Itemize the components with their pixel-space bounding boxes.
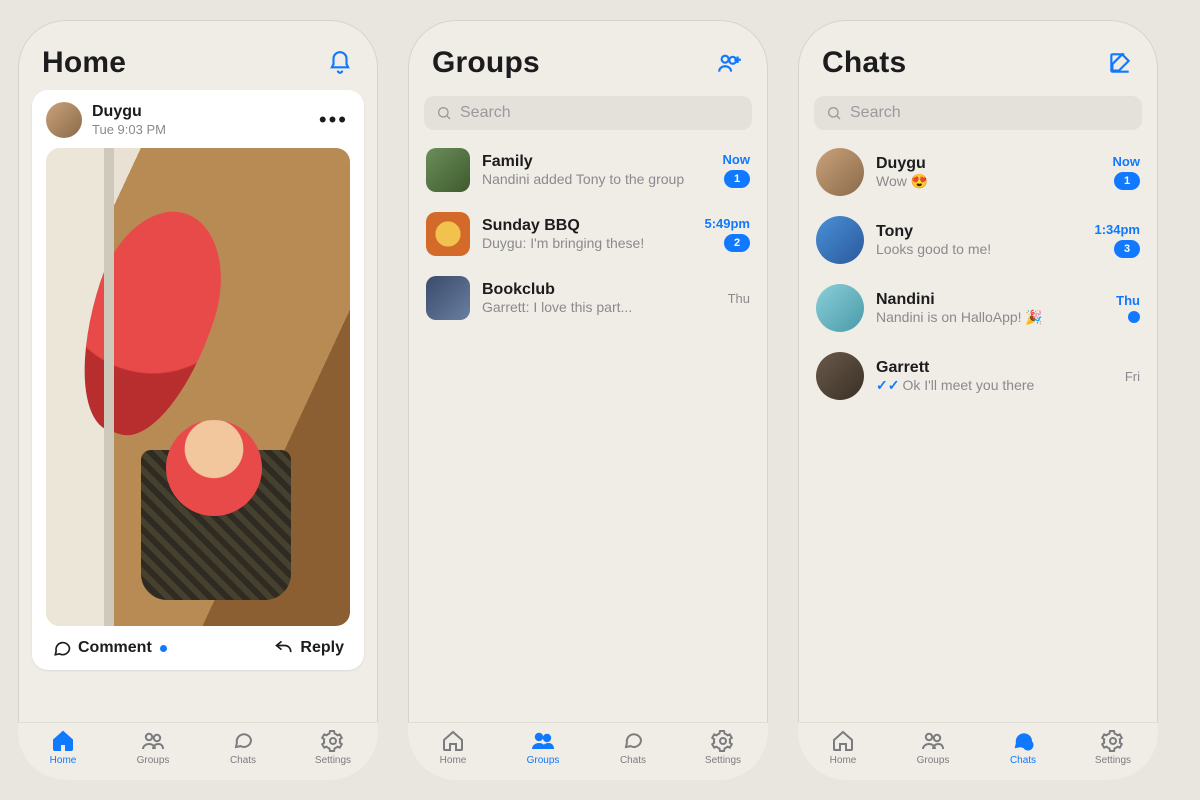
chat-row[interactable]: Garrett✓✓Ok I'll meet you there Fri	[798, 342, 1158, 410]
page-title: Chats	[822, 46, 906, 80]
tab-chats[interactable]: Chats	[588, 729, 678, 766]
tab-settings[interactable]: Settings	[288, 729, 378, 766]
post-time: Tue 9:03 PM	[92, 122, 317, 137]
unread-dot	[160, 645, 167, 652]
more-icon[interactable]: •••	[317, 107, 350, 133]
unread-dot	[1128, 311, 1140, 323]
phone-home: Home Duygu Tue 9:03 PM •••	[18, 20, 378, 780]
tab-home[interactable]: Home	[798, 729, 888, 766]
chat-row[interactable]: NandiniNandini is on HalloApp! 🎉 Thu	[798, 274, 1158, 342]
unread-badge: 2	[724, 234, 750, 252]
unread-badge: 3	[1114, 240, 1140, 258]
chat-row[interactable]: TonyLooks good to me! 1:34pm3	[798, 206, 1158, 274]
tab-chats[interactable]: Chats	[198, 729, 288, 766]
avatar[interactable]	[46, 102, 82, 138]
page-title: Home	[42, 46, 126, 80]
compose-icon[interactable]	[1106, 49, 1134, 77]
group-row[interactable]: Sunday BBQDuygu: I'm bringing these! 5:4…	[408, 202, 768, 266]
avatar	[816, 216, 864, 264]
notifications-icon[interactable]	[326, 49, 354, 77]
unread-badge: 1	[1114, 172, 1140, 190]
phone-groups: Groups Search FamilyNandini added Tony t…	[408, 20, 768, 780]
avatar	[816, 284, 864, 332]
search-input[interactable]: Search	[814, 96, 1142, 130]
group-row[interactable]: BookclubGarrett: I love this part... Thu	[408, 266, 768, 330]
page-title: Groups	[432, 46, 540, 80]
tab-groups[interactable]: Groups	[108, 729, 198, 766]
chat-row[interactable]: DuyguWow 😍 Now1	[798, 138, 1158, 206]
tab-settings[interactable]: Settings	[678, 729, 768, 766]
search-input[interactable]: Search	[424, 96, 752, 130]
tab-bar: Home Groups Chats Settings	[798, 722, 1158, 780]
tab-chats[interactable]: Chats	[978, 729, 1068, 766]
comment-button[interactable]: Comment	[52, 638, 167, 658]
tab-groups[interactable]: Groups	[888, 729, 978, 766]
read-receipt-icon: ✓✓	[876, 377, 899, 393]
avatar	[816, 352, 864, 400]
add-group-icon[interactable]	[716, 49, 744, 77]
tab-groups[interactable]: Groups	[498, 729, 588, 766]
tab-settings[interactable]: Settings	[1068, 729, 1158, 766]
tab-bar: Home Groups Chats Settings	[408, 722, 768, 780]
tab-home[interactable]: Home	[18, 729, 108, 766]
unread-badge: 1	[724, 170, 750, 188]
tab-bar: Home Groups Chats Settings	[18, 722, 378, 780]
avatar	[426, 148, 470, 192]
phone-chats: Chats Search DuyguWow 😍 Now1 TonyLooks g…	[798, 20, 1158, 780]
post-image[interactable]	[46, 148, 350, 626]
post-card: Duygu Tue 9:03 PM ••• Comment	[32, 90, 364, 670]
tab-home[interactable]: Home	[408, 729, 498, 766]
group-row[interactable]: FamilyNandini added Tony to the group No…	[408, 138, 768, 202]
avatar	[426, 212, 470, 256]
avatar	[426, 276, 470, 320]
reply-button[interactable]: Reply	[274, 638, 344, 658]
avatar	[816, 148, 864, 196]
post-author[interactable]: Duygu	[92, 103, 317, 121]
